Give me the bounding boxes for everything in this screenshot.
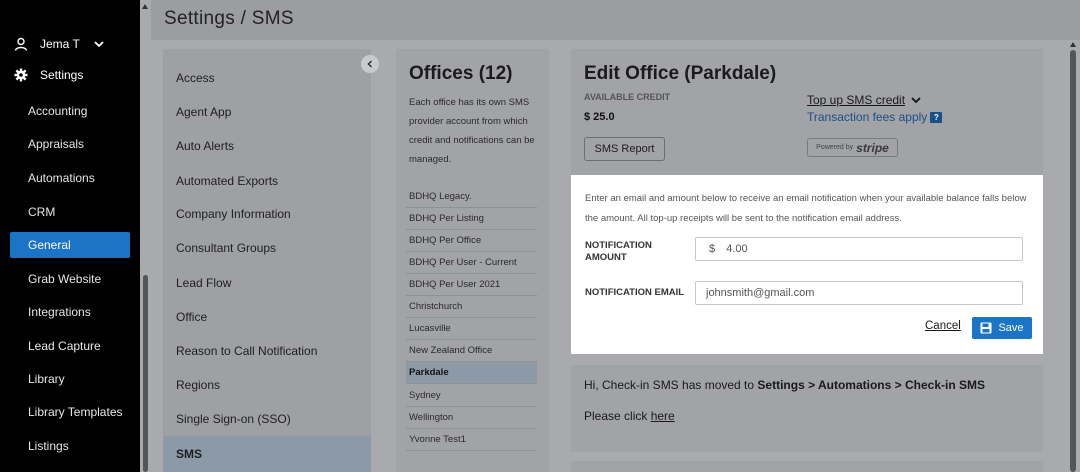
settings-menu-company-information[interactable]: Company Information <box>176 207 291 221</box>
user-menu[interactable]: Jema T <box>14 37 104 51</box>
office-item[interactable]: New Zealand Office <box>406 340 537 362</box>
sidebar-item-accounting[interactable]: Accounting <box>10 98 130 124</box>
scroll-up-arrow-icon[interactable] <box>1070 42 1076 47</box>
sidebar-item-crm[interactable]: CRM <box>10 199 130 225</box>
sidebar-item-label: Settings <box>40 68 84 82</box>
sidebar-item-general[interactable]: General <box>10 232 130 258</box>
settings-menu-auto-alerts[interactable]: Auto Alerts <box>176 139 234 153</box>
chevron-down-icon[interactable] <box>94 39 104 49</box>
available-credit-label: AVAILABLE CREDIT <box>584 92 671 102</box>
page-header: Settings / SMS <box>151 0 1080 40</box>
available-credit-value: $ 25.0 <box>584 111 615 123</box>
settings-menu-sms[interactable]: SMS <box>163 436 371 472</box>
notification-amount-input[interactable]: $ 4.00 <box>695 237 1023 261</box>
office-item[interactable]: Sydney <box>406 385 537 407</box>
checkin-prefix: Hi, Check-in SMS has moved to <box>584 378 758 392</box>
cancel-button[interactable]: Cancel <box>925 320 961 332</box>
office-item[interactable]: BDHQ Per User - Current <box>406 252 537 274</box>
scrollbar-thumb[interactable] <box>1070 50 1076 472</box>
sidebar-nav: Jema T Settings Accounting Appraisals Au… <box>0 0 140 472</box>
checkin-moved-text: Hi, Check-in SMS has moved to Settings >… <box>584 378 985 392</box>
top-up-sms-credit-link[interactable]: Top up SMS credit <box>807 93 921 107</box>
help-icon[interactable]: ? <box>930 111 943 123</box>
settings-menu-sso[interactable]: Single Sign-on (SSO) <box>176 412 291 426</box>
currency-symbol: $ <box>709 243 716 255</box>
offices-title: Offices (12) <box>409 63 513 84</box>
transaction-fees-link[interactable]: Transaction fees apply ? <box>807 110 943 124</box>
save-button[interactable]: Save <box>972 317 1032 339</box>
office-item[interactable]: Wellington <box>406 407 537 429</box>
scroll-up-arrow-icon[interactable] <box>142 4 148 9</box>
settings-menu-access[interactable]: Access <box>176 71 215 85</box>
office-item[interactable]: BDHQ Per Office <box>406 230 537 252</box>
office-item[interactable]: BDHQ Per User 2021 <box>406 274 537 296</box>
sidebar-item-listings[interactable]: Listings <box>10 433 130 459</box>
additional-panel <box>571 461 1043 472</box>
stripe-logo: stripe <box>856 140 889 155</box>
office-item[interactable]: Christchurch <box>406 296 537 318</box>
sidebar-item-integrations[interactable]: Integrations <box>10 299 130 325</box>
settings-menu: Access Agent App Auto Alerts Automated E… <box>163 49 371 472</box>
checkin-click-text: Please click here <box>584 409 675 423</box>
offices-description: Each office has its own SMS provider acc… <box>409 97 535 165</box>
sidebar-item-appraisals[interactable]: Appraisals <box>10 131 130 157</box>
office-item[interactable]: BDHQ Legacy. <box>406 186 537 208</box>
scrollbar-thumb[interactable] <box>143 275 148 472</box>
transaction-fees-label: Transaction fees apply <box>807 110 928 124</box>
sidebar-item-settings[interactable]: Settings <box>14 68 83 82</box>
settings-menu-lead-flow[interactable]: Lead Flow <box>176 276 231 290</box>
edit-office-title: Edit Office (Parkdale) <box>584 63 777 84</box>
collapse-menu-button[interactable] <box>361 55 379 73</box>
sidebar-item-automations[interactable]: Automations <box>10 165 130 191</box>
click-prefix: Please click <box>584 409 651 423</box>
office-item[interactable]: BDHQ Per Listing <box>406 208 537 230</box>
sms-report-button[interactable]: SMS Report <box>584 137 665 161</box>
office-item[interactable]: Lucasville <box>406 318 537 340</box>
top-up-label: Top up SMS credit <box>807 93 906 107</box>
office-item-selected[interactable]: Parkdale <box>406 362 537 384</box>
edit-office-panel: Edit Office (Parkdale) AVAILABLE CREDIT … <box>571 49 1043 175</box>
save-label: Save <box>998 322 1024 334</box>
sidebar-item-library-templates[interactable]: Library Templates <box>10 399 130 425</box>
notification-amount-label: NOTIFICATION AMOUNT <box>585 240 652 263</box>
settings-menu-office[interactable]: Office <box>176 310 207 324</box>
stripe-prefix: Powered by <box>816 144 854 151</box>
sidebar-item-library[interactable]: Library <box>10 366 130 392</box>
notification-settings-panel: Enter an email and amount below to recei… <box>571 175 1043 354</box>
main-scrollbar[interactable] <box>1066 40 1080 472</box>
user-name: Jema T <box>40 37 80 51</box>
notification-amount-value: 4.00 <box>726 243 748 255</box>
offices-panel: Offices (12) Each office has its own SMS… <box>396 49 549 472</box>
sidebar-item-grab-website[interactable]: Grab Website <box>10 266 130 292</box>
checkin-notice-panel: Hi, Check-in SMS has moved to Settings >… <box>571 365 1043 452</box>
powered-by-stripe-badge: Powered by stripe <box>807 138 898 157</box>
settings-menu-reason-to-call[interactable]: Reason to Call Notification <box>176 344 317 358</box>
notification-email-input[interactable]: johnsmith@gmail.com <box>695 281 1023 305</box>
settings-menu-consultant-groups[interactable]: Consultant Groups <box>176 241 276 255</box>
notification-email-label: NOTIFICATION EMAIL <box>585 287 685 298</box>
gear-icon <box>14 68 28 82</box>
checkin-path: Settings > Automations > Check-in SMS <box>757 378 985 392</box>
page-title: Settings / SMS <box>164 8 294 29</box>
save-disk-icon <box>980 322 992 334</box>
here-link[interactable]: here <box>651 409 675 423</box>
chevron-left-icon <box>367 60 373 68</box>
chevron-down-icon <box>911 97 921 104</box>
sidebar-item-lead-capture[interactable]: Lead Capture <box>10 333 130 359</box>
sidebar-scrollbar[interactable] <box>140 0 151 472</box>
office-item[interactable]: Yvonne Test1 <box>406 429 537 451</box>
settings-menu-regions[interactable]: Regions <box>176 378 220 392</box>
settings-menu-agent-app[interactable]: Agent App <box>176 105 231 119</box>
notification-info-text: Enter an email and amount below to recei… <box>585 193 1027 224</box>
user-icon <box>14 37 28 51</box>
settings-menu-automated-exports[interactable]: Automated Exports <box>176 174 278 188</box>
